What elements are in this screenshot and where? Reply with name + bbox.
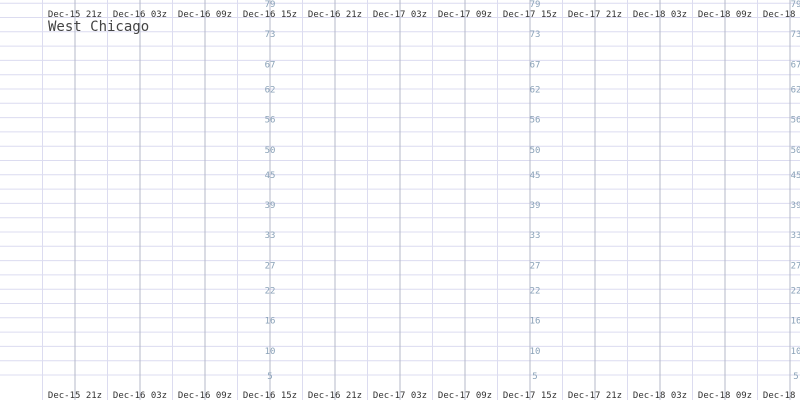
meteogram-chart: Dec-15 21z Dec-16 03z Dec-16 09z Dec-16 15z… [0,0,800,400]
x-tick-label-top: Dec-18 15z [763,10,800,20]
y-tick-label: 56 [265,116,276,126]
x-tick-label-bottom: Dec-18 03z [633,391,687,400]
y-tick-label: 62 [791,86,800,96]
y-tick-label: 16 [791,317,800,327]
y-tick-label: 73 [791,30,800,40]
x-tick-label-top: Dec-17 03z [373,10,427,20]
y-tick-label: 67 [791,60,800,70]
y-tick-label: 45 [791,171,800,181]
y-tick-label: 10 [791,347,800,357]
y-tick-label: 56 [791,116,800,126]
y-tick-label: 33 [791,231,800,241]
y-tick-label: 5 [793,372,798,382]
y-tick-label: 50 [791,146,800,156]
y-tick-label: 45 [530,171,541,181]
x-tick-label-bottom: Dec-18 15z [763,391,800,400]
y-tick-label: 73 [530,30,541,40]
y-tick-label: 45 [265,171,276,181]
x-tick-label-bottom: Dec-16 21z [308,391,362,400]
y-tick-label: 33 [530,231,541,241]
y-tick-label: 50 [530,146,541,156]
y-tick-label: 79 [530,0,541,10]
y-tick-label: 67 [265,60,276,70]
x-tick-label-bottom: Dec-17 03z [373,391,427,400]
y-tick-label: 62 [530,86,541,96]
y-tick-label: 10 [530,347,541,357]
station-title: West Chicago [48,19,150,35]
y-tick-label: 27 [530,261,541,271]
y-tick-label: 5 [267,372,272,382]
y-tick-label: 79 [791,0,800,10]
x-tick-label-bottom: Dec-17 15z [503,391,557,400]
x-tick-label-top: Dec-16 09z [178,10,232,20]
y-tick-label: 5 [532,372,537,382]
y-tick-label: 67 [530,60,541,70]
x-tick-label-bottom: Dec-16 09z [178,391,232,400]
y-tick-label: 39 [791,201,800,211]
x-tick-label-bottom: Dec-16 03z [113,391,167,400]
y-tick-label: 22 [791,287,800,297]
y-tick-label: 79 [265,0,276,10]
x-tick-label-bottom: Dec-18 09z [698,391,752,400]
x-tick-label-top: Dec-18 03z [633,10,687,20]
top-x-tick-labels: Dec-15 21z Dec-16 03z Dec-16 09z Dec-16 15z… [48,10,800,20]
x-tick-label-top: Dec-16 21z [308,10,362,20]
y-tick-label: 16 [530,317,541,327]
y-tick-label: 27 [791,261,800,271]
y-tick-label: 39 [265,201,276,211]
y-tick-label: 50 [265,146,276,156]
y-tick-label: 16 [265,317,276,327]
x-tick-label-bottom: Dec-15 21z [48,391,102,400]
y-tick-labels-right: 79 79 73 73 67 67 62 62 56 56 50 50 45 45 39 39 33 33 27 27… [530,0,800,382]
y-tick-label: 39 [530,201,541,211]
y-tick-label: 22 [530,287,541,297]
x-tick-label-top: Dec-17 15z [503,10,557,20]
y-tick-label: 10 [265,347,276,357]
y-tick-label: 27 [265,261,276,271]
x-tick-label-bottom: Dec-16 15z [243,391,297,400]
x-tick-label-top: Dec-18 09z [698,10,752,20]
y-tick-label: 73 [265,30,276,40]
x-tick-label-top: Dec-17 09z [438,10,492,20]
y-tick-label: 62 [265,86,276,96]
y-tick-label: 56 [530,116,541,126]
x-tick-label-top: Dec-17 21z [568,10,622,20]
x-tick-label-bottom: Dec-17 09z [438,391,492,400]
y-tick-label: 33 [265,231,276,241]
x-tick-label-bottom: Dec-17 21z [568,391,622,400]
x-tick-label-top: Dec-16 15z [243,10,297,20]
y-tick-label: 22 [265,287,276,297]
bottom-x-tick-labels: Dec-15 21z Dec-16 03z Dec-16 09z Dec-16 15z… [48,391,800,400]
